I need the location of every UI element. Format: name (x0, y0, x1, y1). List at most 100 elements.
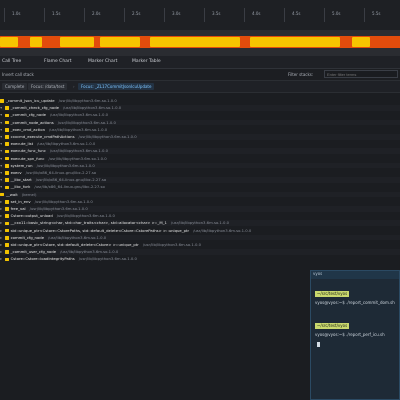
function-library: /usr/lib/libpython3.6m.so.1.0.0 (34, 198, 93, 204)
ruler-tick (324, 8, 325, 22)
filter-label: Filter stacks: (288, 72, 314, 77)
breadcrumb-item-focus-1[interactable]: Focus: /data/test (28, 83, 68, 90)
tree-toggle[interactable]: ▸ (0, 228, 5, 233)
terminal-cursor (317, 342, 320, 347)
invert-call-stack-toggle[interactable]: Invert call stack (2, 72, 34, 77)
tree-toggle[interactable]: ▾ (0, 141, 5, 146)
tree-row[interactable]: ▾ execute_spn_func/usr/lib/libpython3.6m… (0, 156, 400, 162)
tab-call-tree[interactable]: Call Tree (2, 59, 21, 64)
category-icon (4, 142, 9, 146)
function-library: /usr/lib/libpython3.6m.so.1.0.0 (193, 227, 252, 233)
category-icon (4, 149, 9, 154)
tree-toggle[interactable]: ▾ (0, 163, 5, 168)
tab-marker-table[interactable]: Marker Table (132, 59, 161, 64)
tree-row[interactable]: ▾ cxxcmd_execute_cmdPathActions/usr/lib/… (0, 134, 400, 140)
tree-toggle[interactable]: ▸ (0, 213, 5, 218)
function-name: commit_cfg_node (10, 234, 45, 240)
breadcrumb: Complete › Focus: /data/test › Focus: _Z… (0, 81, 400, 93)
ruler-tick-label: 1.5s (52, 11, 61, 16)
terminal-title: vyos (311, 271, 399, 279)
tree-row[interactable]: ▾ system_run/usr/lib/libpython3.6m.so.1.… (0, 162, 400, 169)
function-name: _commit_cfg_node (10, 112, 46, 118)
category-icon (4, 171, 9, 175)
tree-toggle[interactable]: ▾ (0, 156, 5, 161)
tree-toggle[interactable]: ▾ (0, 112, 5, 117)
ruler-tick (84, 8, 85, 22)
tree-toggle[interactable]: ▾ (0, 134, 5, 139)
function-name: __wait (6, 191, 18, 197)
tree-toggle[interactable]: ▸ (0, 206, 5, 211)
tree-row[interactable]: ▾ _commit_check_cfg_node/usr/lib/libpyth… (0, 105, 400, 111)
category-icon (4, 156, 9, 161)
function-library: /usr/lib/libpython3.6m.so.1.0.0 (37, 141, 96, 147)
tree-row[interactable]: ▸ Cstore::Cstore::loadIntegrityPaths/usr… (0, 256, 400, 262)
function-name: execute_func_func (10, 148, 46, 154)
tree-row[interactable]: ▾ __libc_start/usr/lib/x86_64-linux-gnu/… (0, 177, 400, 183)
terminal-panel[interactable]: vyos ~/src/test/vyos vyos@vyos:~$ ./repo… (310, 270, 400, 400)
tree-toggle[interactable]: ▸ (0, 199, 5, 204)
tree-row[interactable]: ▾ execute_list/usr/lib/libpython3.6m.so.… (0, 141, 400, 147)
function-name: cxxcmd_execute_cmdPathActions (10, 134, 75, 139)
category-icon (4, 228, 9, 233)
tree-row[interactable]: ▸ free_val/usr/lib/libpython3.6m.so.1.0.… (0, 206, 400, 212)
tree-toggle[interactable]: ▾ (0, 170, 5, 175)
tree-toggle[interactable]: ▸ (0, 249, 5, 254)
filter-stacks-input[interactable] (324, 70, 398, 78)
tree-row[interactable]: ▸ set_in_env/usr/lib/libpython3.6m.so.1.… (0, 199, 400, 205)
tree-row[interactable]: ▾ _exec_cmd_action/usr/lib/libpython3.6m… (0, 127, 400, 133)
breadcrumb-item-focus-2[interactable]: Focus: _ZL17CommitJsonIcuUpdate (78, 83, 155, 90)
tree-row[interactable]: ▾ _commit_node_actions/usr/lib/libpython… (0, 119, 400, 126)
category-icon (4, 164, 9, 168)
tree-row[interactable]: ▸ std::unique_ptr<Cstore, std::default_d… (0, 242, 400, 248)
tree-row[interactable]: _commit_json_icu_update/usr/lib/libpytho… (0, 98, 400, 104)
tab-marker-chart[interactable]: Marker Chart (88, 59, 117, 64)
tree-toggle[interactable]: ▾ (0, 184, 5, 189)
tree-row[interactable]: ▾ _commit_cfg_node/usr/lib/libpython3.6m… (0, 112, 400, 118)
tree-row[interactable]: ▸ commit_cfg_node/usr/lib/libpython3.6m.… (0, 234, 400, 241)
tree-row[interactable]: ▸ std::unique_ptr<Cstore::CstorePaths, s… (0, 228, 400, 234)
terminal-prompt-path: ~/src/test/vyos (315, 291, 350, 297)
tree-row[interactable]: __wait (kernel) (0, 191, 400, 198)
function-name: _commit_user_cfg_node (10, 249, 57, 255)
function-library: /usr/lib/libpython3.6m.so.1.0.0 (48, 234, 107, 240)
category-icon (0, 99, 4, 103)
function-name: std::unique_ptr<Cstore, std::default_del… (10, 242, 139, 247)
ruler-tick (244, 8, 245, 22)
activity-segment (60, 37, 94, 47)
breadcrumb-separator: › (22, 84, 24, 89)
ruler-tick (4, 8, 5, 22)
tree-toggle[interactable]: ▾ (0, 148, 5, 153)
tree-row[interactable]: ▸ __cxx11::basic_string<char, std::char_… (0, 220, 400, 226)
tree-row[interactable]: ▸ _commit_user_cfg_node/usr/lib/libpytho… (0, 249, 400, 255)
tree-toggle[interactable]: ▸ (0, 242, 5, 247)
function-name: system_run (10, 162, 33, 168)
function-name: __cxx11::basic_string<char, std::char_tr… (10, 220, 167, 226)
terminal-command-line: vyos@vyos:~$ ./report_perf_icu.sh (315, 332, 385, 337)
function-library: /usr/lib/libpython3.6m.so.1.0.0 (56, 213, 115, 219)
category-icon (4, 106, 9, 110)
category-icon (4, 257, 9, 262)
function-name: free_val (10, 206, 26, 211)
tree-row[interactable]: ▾ __libc_fork/usr/lib/x86_64-linux-gnu/l… (0, 184, 400, 190)
tree-toggle[interactable]: ▾ (0, 127, 5, 132)
function-library: /usr/lib/libpython3.6m.so.1.0.0 (170, 220, 230, 226)
function-library: /usr/lib/libpython3.6m.so.1.0.0 (142, 242, 201, 247)
activity-segment (250, 37, 340, 47)
category-icon (4, 207, 9, 211)
tree-toggle[interactable]: ▸ (0, 220, 5, 225)
ruler-tick-label: 3.5s (212, 11, 221, 16)
tree-toggle[interactable]: ▸ (0, 256, 5, 261)
tree-row[interactable]: ▸ Cstore::output_unload/usr/lib/libpytho… (0, 213, 400, 219)
tree-row[interactable]: ▾ execv/usr/lib/x86_64-linux-gnu/libc-2.… (0, 170, 400, 176)
tree-toggle[interactable]: ▾ (0, 105, 5, 110)
tree-row[interactable]: ▾ execute_func_func/usr/lib/libpython3.6… (0, 148, 400, 154)
category-icon (4, 214, 9, 218)
tab-flame-chart[interactable]: Flame Chart (44, 59, 72, 64)
category-icon (4, 243, 9, 247)
tree-toggle[interactable]: ▸ (0, 235, 5, 240)
tree-toggle[interactable]: ▾ (0, 120, 5, 125)
terminal-prompt-path: ~/src/test/vyos (315, 323, 350, 329)
ruler-tick-label: 1.0s (12, 11, 21, 16)
tree-toggle[interactable]: ▾ (0, 177, 5, 182)
category-icon (4, 250, 9, 254)
